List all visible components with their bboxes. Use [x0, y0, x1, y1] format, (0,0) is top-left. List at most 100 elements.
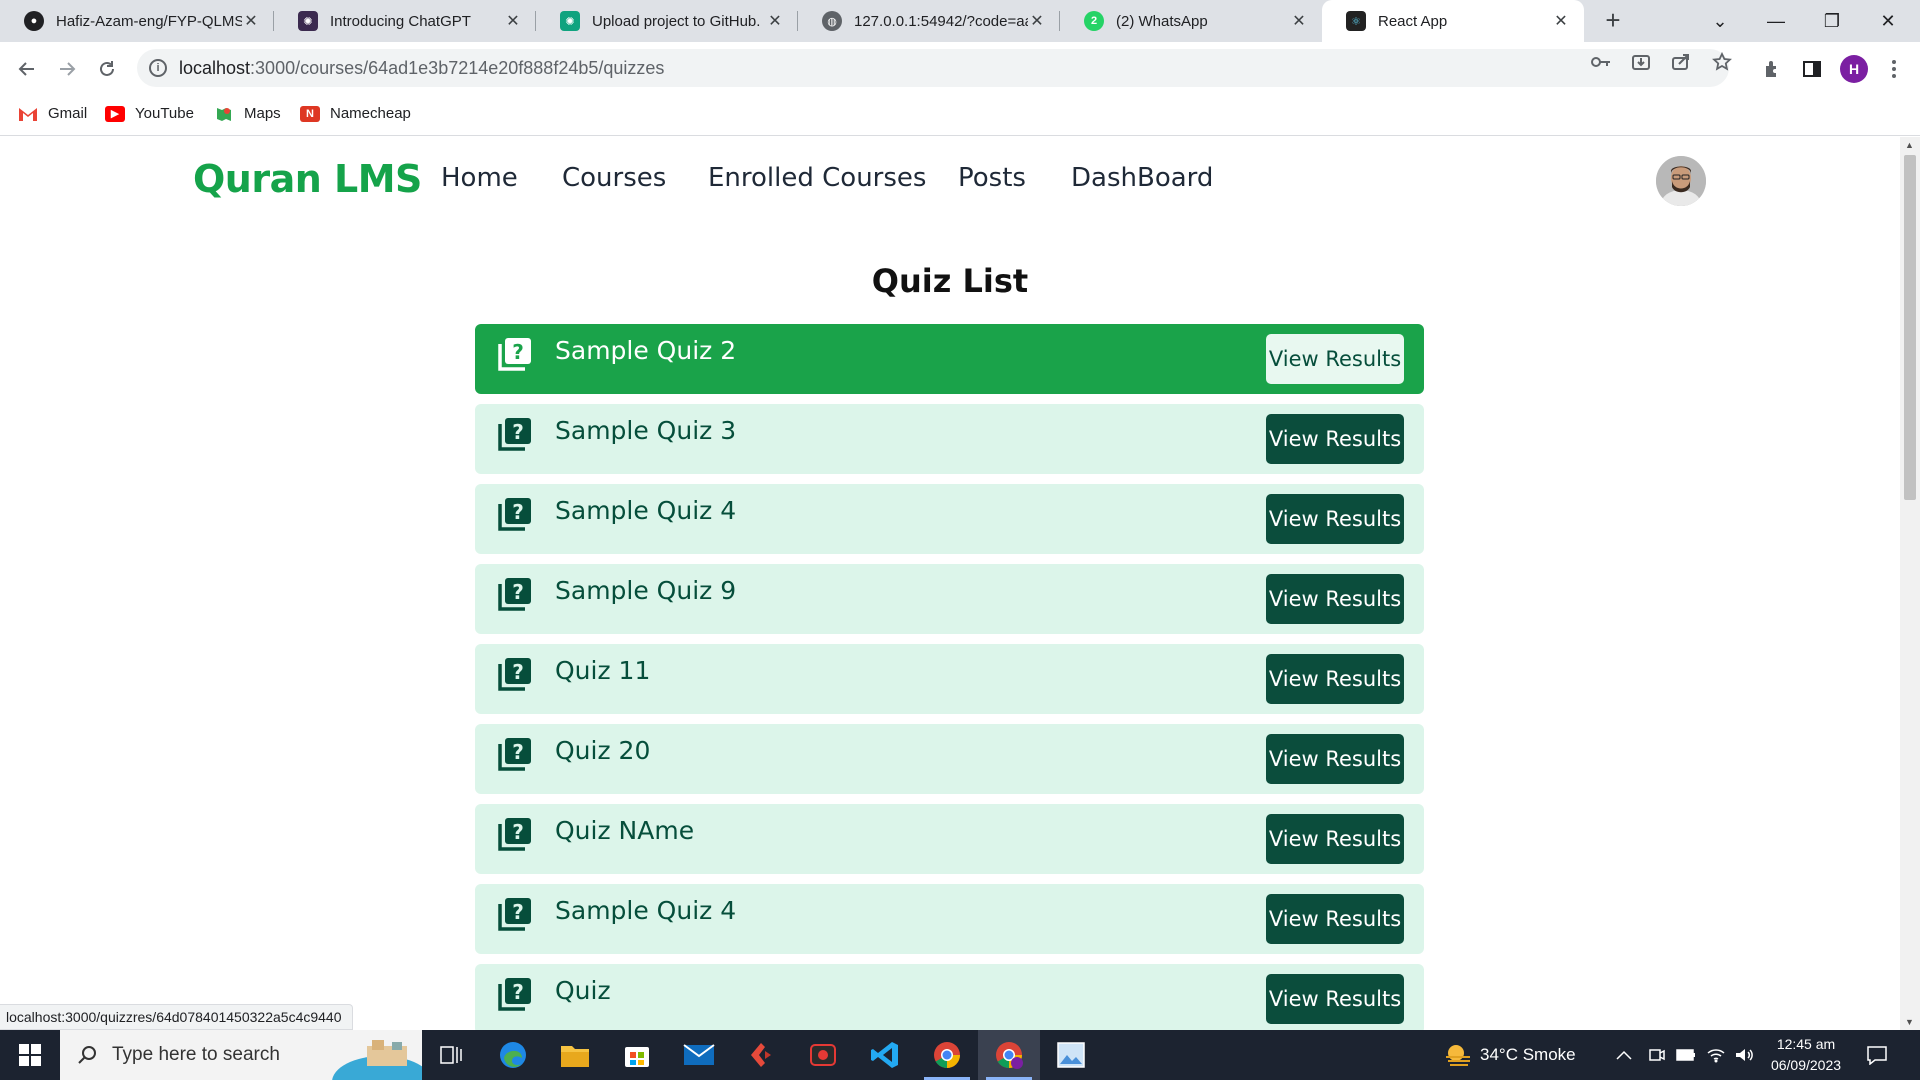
quiz-row[interactable]: ? Sample Quiz 2 View Results [475, 324, 1424, 394]
nav-posts[interactable]: Posts [958, 163, 1026, 193]
tab-search-icon[interactable]: ⌄ [1692, 0, 1748, 42]
new-tab-button[interactable]: + [1598, 6, 1628, 36]
mail-icon[interactable] [668, 1030, 730, 1080]
clock[interactable]: 12:45 am 06/09/2023 [1756, 1034, 1856, 1076]
share-icon[interactable] [1670, 51, 1692, 73]
close-tab-icon[interactable]: ✕ [1552, 11, 1570, 31]
show-hidden-icons[interactable] [1616, 1030, 1632, 1080]
bookmark-label: Maps [244, 105, 281, 122]
key-icon[interactable] [1590, 51, 1612, 73]
scrollbar-thumb[interactable] [1904, 155, 1916, 500]
chrome-profile-icon[interactable] [978, 1030, 1040, 1080]
extensions-icon[interactable] [1761, 58, 1783, 80]
install-icon[interactable] [1630, 51, 1652, 73]
page-title: Quiz List [871, 262, 1029, 300]
weather-widget[interactable]: 34°C Smoke [1444, 1030, 1576, 1080]
bookmark-label: Gmail [48, 105, 88, 122]
quiz-name[interactable]: Sample Quiz 3 [555, 416, 736, 445]
react-icon: ⚛ [1346, 11, 1366, 31]
url-text[interactable]: localhost:3000/courses/64ad1e3b7214e20f8… [179, 58, 664, 79]
brand-logo[interactable]: Quran LMS [193, 157, 422, 201]
view-results-button[interactable]: View Results [1266, 334, 1404, 384]
nav-dashboard[interactable]: DashBoard [1071, 163, 1213, 193]
scroll-down-icon[interactable]: ▼ [1905, 1017, 1914, 1027]
menu-kebab-icon[interactable] [1883, 58, 1905, 80]
view-results-button[interactable]: View Results [1266, 654, 1404, 704]
photos-icon[interactable] [1040, 1030, 1102, 1080]
gmail-icon [18, 106, 38, 122]
bookmark-maps[interactable]: Maps [214, 105, 281, 122]
file-explorer-icon[interactable] [544, 1030, 606, 1080]
bookmark-gmail[interactable]: Gmail [18, 105, 87, 122]
nav-enrolled-courses[interactable]: Enrolled Courses [708, 163, 926, 193]
taskbar-search[interactable]: Type here to search [60, 1030, 422, 1080]
browser-tab-5[interactable]: ⚛ React App ✕ [1322, 0, 1584, 42]
vscode-icon[interactable] [854, 1030, 916, 1080]
quiz-row[interactable]: ? Sample Quiz 3 View Results [475, 404, 1424, 474]
close-tab-icon[interactable]: ✕ [242, 11, 260, 31]
back-icon[interactable] [12, 54, 42, 84]
scroll-up-icon[interactable]: ▲ [1905, 140, 1914, 150]
quiz-name[interactable]: Quiz [555, 976, 611, 1005]
bookmark-star-icon[interactable] [1711, 51, 1733, 73]
wifi-icon[interactable] [1706, 1030, 1726, 1080]
view-results-button[interactable]: View Results [1266, 894, 1404, 944]
browser-tab-3[interactable]: ◍ 127.0.0.1:54942/?code=aa9 ✕ [798, 0, 1060, 42]
chrome-icon[interactable] [916, 1030, 978, 1080]
close-window-button[interactable]: ✕ [1860, 0, 1916, 42]
view-results-button[interactable]: View Results [1266, 414, 1404, 464]
git-client-icon[interactable] [730, 1030, 792, 1080]
browser-tab-1[interactable]: ✺ Introducing ChatGPT ✕ [274, 0, 536, 42]
quiz-name[interactable]: Quiz NAme [555, 816, 694, 845]
close-tab-icon[interactable]: ✕ [766, 11, 784, 31]
quiz-name[interactable]: Sample Quiz 9 [555, 576, 736, 605]
quiz-name[interactable]: Quiz 20 [555, 736, 650, 765]
windows-start-icon[interactable] [0, 1030, 60, 1080]
quiz-row[interactable]: ? Sample Quiz 4 View Results [475, 884, 1424, 954]
meet-now-icon[interactable] [1648, 1030, 1666, 1080]
view-results-button[interactable]: View Results [1266, 974, 1404, 1024]
view-results-button[interactable]: View Results [1266, 574, 1404, 624]
quiz-row[interactable]: ? Quiz NAme View Results [475, 804, 1424, 874]
quiz-name[interactable]: Sample Quiz 4 [555, 496, 736, 525]
forward-icon[interactable] [52, 54, 82, 84]
user-avatar[interactable] [1656, 156, 1706, 206]
bookmark-namecheap[interactable]: N Namecheap [300, 105, 411, 122]
quiz-row[interactable]: ? Quiz View Results [475, 964, 1424, 1030]
quiz-name[interactable]: Quiz 11 [555, 656, 650, 685]
bookmark-youtube[interactable]: ▶ YouTube [105, 105, 194, 122]
restore-button[interactable]: ❐ [1804, 0, 1860, 42]
address-bar[interactable]: i localhost:3000/courses/64ad1e3b7214e20… [137, 49, 1729, 87]
nav-courses[interactable]: Courses [562, 163, 666, 193]
nav-home[interactable]: Home [441, 163, 518, 193]
quiz-row[interactable]: ? Sample Quiz 4 View Results [475, 484, 1424, 554]
edge-icon[interactable] [482, 1030, 544, 1080]
browser-tab-0[interactable]: ● Hafiz-Azam-eng/FYP-QLMS ✕ [0, 0, 274, 42]
view-results-button[interactable]: View Results [1266, 734, 1404, 784]
view-results-button[interactable]: View Results [1266, 814, 1404, 864]
browser-tab-2[interactable]: ✺ Upload project to GitHub. ✕ [536, 0, 798, 42]
quiz-row[interactable]: ? Quiz 20 View Results [475, 724, 1424, 794]
close-tab-icon[interactable]: ✕ [1028, 11, 1046, 31]
quiz-row[interactable]: ? Sample Quiz 9 View Results [475, 564, 1424, 634]
quiz-name[interactable]: Sample Quiz 4 [555, 896, 736, 925]
reload-icon[interactable] [92, 54, 122, 84]
close-tab-icon[interactable]: ✕ [1290, 11, 1308, 31]
task-view-icon[interactable] [420, 1030, 482, 1080]
notifications-icon[interactable] [1866, 1030, 1888, 1080]
view-results-button[interactable]: View Results [1266, 494, 1404, 544]
side-panel-icon[interactable] [1801, 58, 1823, 80]
quiz-icon: ? [498, 898, 531, 931]
browser-tab-4[interactable]: 2 (2) WhatsApp ✕ [1060, 0, 1322, 42]
page-scrollbar[interactable]: ▲ ▼ [1900, 137, 1920, 1030]
microsoft-store-icon[interactable] [606, 1030, 668, 1080]
volume-icon[interactable] [1734, 1030, 1754, 1080]
quiz-row[interactable]: ? Quiz 11 View Results [475, 644, 1424, 714]
screen-recorder-icon[interactable] [792, 1030, 854, 1080]
battery-icon[interactable] [1676, 1030, 1696, 1080]
close-tab-icon[interactable]: ✕ [504, 11, 522, 31]
minimize-button[interactable]: — [1748, 0, 1804, 42]
profile-avatar[interactable]: H [1840, 55, 1868, 83]
quiz-name[interactable]: Sample Quiz 2 [555, 336, 736, 365]
site-info-icon[interactable]: i [149, 59, 167, 77]
